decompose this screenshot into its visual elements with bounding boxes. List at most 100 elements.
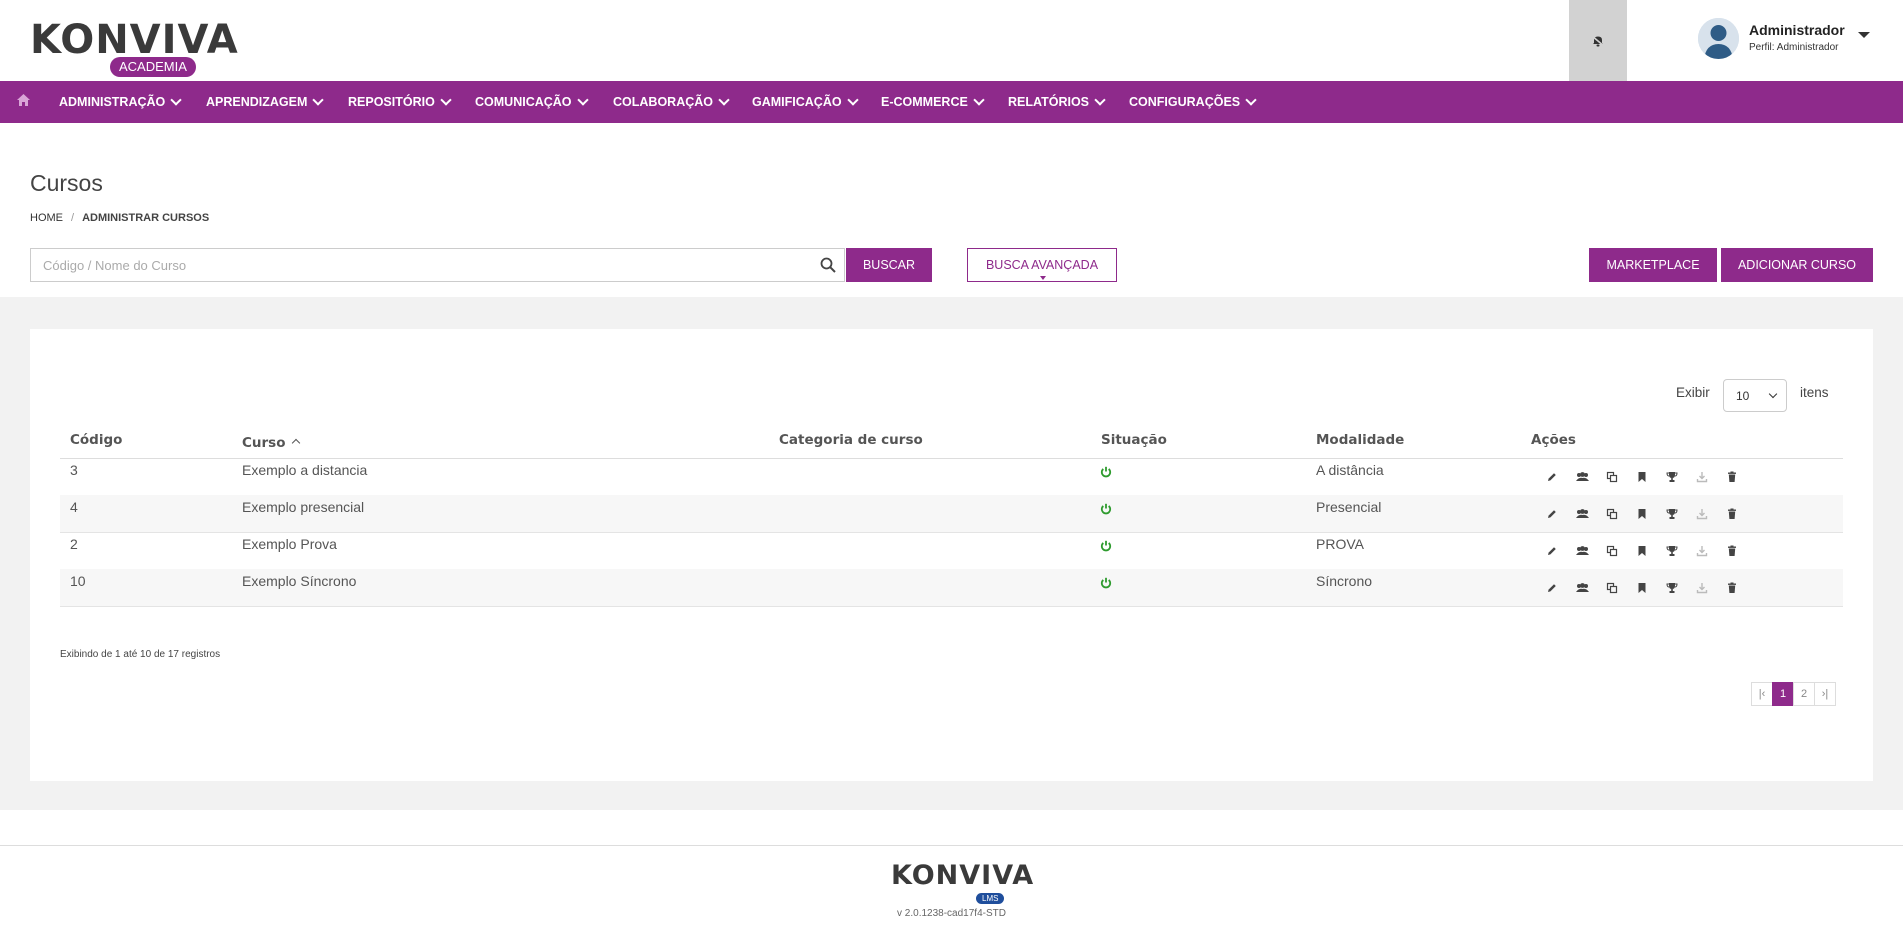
- nav-label: ADMINISTRAÇÃO: [59, 95, 166, 109]
- user-name: Administrador: [1749, 22, 1845, 38]
- row-actions: [1537, 543, 1747, 559]
- cell-code: 3: [70, 462, 78, 478]
- konviva-academia-logo[interactable]: KONVIVA ACADEMIA: [30, 20, 238, 78]
- column-header-course[interactable]: Curso: [242, 435, 300, 451]
- pagination-page[interactable]: 2: [1793, 682, 1815, 706]
- bookmark-icon[interactable]: [1627, 543, 1657, 559]
- trash-icon[interactable]: [1717, 506, 1747, 522]
- bookmark-icon[interactable]: [1627, 580, 1657, 596]
- trash-icon[interactable]: [1717, 543, 1747, 559]
- nav-label: COLABORAÇÃO: [613, 95, 713, 109]
- nav-item-repositorio[interactable]: REPOSITÓRIO: [348, 81, 452, 123]
- download-icon[interactable]: [1687, 543, 1717, 559]
- nav-item-aprendizagem[interactable]: APRENDIZAGEM: [206, 81, 325, 123]
- cell-modality: A distância: [1316, 462, 1384, 478]
- search-button[interactable]: BUSCAR: [846, 248, 932, 282]
- users-icon[interactable]: [1567, 506, 1597, 522]
- table-header: Código Curso Categoria de curso Situação…: [60, 428, 1843, 459]
- cell-modality: Presencial: [1316, 499, 1382, 515]
- nav-item-relatorios[interactable]: RELATÓRIOS: [1008, 81, 1106, 123]
- avatar: [1698, 18, 1739, 59]
- power-on-icon[interactable]: [1100, 540, 1112, 552]
- konviva-lms-logo: KONVIVA LMS: [891, 862, 1033, 904]
- column-header-status[interactable]: Situação: [1101, 432, 1167, 448]
- trash-icon[interactable]: [1717, 469, 1747, 485]
- power-on-icon[interactable]: [1100, 577, 1112, 589]
- chevron-down-icon: [170, 94, 182, 106]
- chevron-down-icon: [1094, 94, 1106, 106]
- trophy-icon[interactable]: [1657, 580, 1687, 596]
- row-actions: [1537, 580, 1747, 596]
- page-size-select[interactable]: 10: [1723, 379, 1787, 412]
- home-icon[interactable]: [16, 93, 31, 112]
- trophy-icon[interactable]: [1657, 469, 1687, 485]
- trash-icon[interactable]: [1717, 580, 1747, 596]
- add-course-button[interactable]: ADICIONAR CURSO: [1721, 248, 1873, 282]
- sort-asc-icon: [291, 438, 300, 448]
- column-header-course-label: Curso: [242, 435, 286, 451]
- breadcrumb-home[interactable]: HOME: [30, 212, 63, 224]
- caret-down-icon: [1040, 276, 1046, 280]
- pencil-icon[interactable]: [1537, 469, 1567, 485]
- pencil-icon[interactable]: [1537, 580, 1567, 596]
- lms-badge: LMS: [976, 893, 1005, 904]
- breadcrumb-separator: /: [71, 212, 75, 224]
- pagination-last[interactable]: ›|: [1814, 682, 1836, 706]
- table-row: 2 Exemplo Prova PROVA: [60, 532, 1843, 570]
- notifications-button[interactable]: [1569, 0, 1627, 81]
- footer-divider: [0, 845, 1903, 846]
- download-icon[interactable]: [1687, 580, 1717, 596]
- power-on-icon[interactable]: [1100, 466, 1112, 478]
- power-on-icon[interactable]: [1100, 503, 1112, 515]
- nav-label: RELATÓRIOS: [1008, 95, 1090, 109]
- nav-label: GAMIFICAÇÃO: [752, 95, 842, 109]
- users-icon[interactable]: [1567, 469, 1597, 485]
- nav-item-administracao[interactable]: ADMINISTRAÇÃO: [59, 81, 182, 123]
- copy-icon[interactable]: [1597, 580, 1627, 596]
- nav-label: APRENDIZAGEM: [206, 95, 308, 109]
- row-actions: [1537, 506, 1747, 522]
- cell-modality: Síncrono: [1316, 573, 1373, 589]
- download-icon[interactable]: [1687, 469, 1717, 485]
- trophy-icon[interactable]: [1657, 506, 1687, 522]
- nav-item-comunicacao[interactable]: COMUNICAÇÃO: [475, 81, 589, 123]
- nav-item-colaboracao[interactable]: COLABORAÇÃO: [613, 81, 730, 123]
- user-profile: Perfil: Administrador: [1749, 42, 1839, 53]
- column-header-category[interactable]: Categoria de curso: [779, 432, 923, 448]
- records-info: Exibindo de 1 até 10 de 17 registros: [60, 649, 221, 660]
- chevron-down-icon: [718, 94, 730, 106]
- table-row: 10 Exemplo Síncrono Síncrono: [60, 569, 1843, 607]
- main-nav: ADMINISTRAÇÃO APRENDIZAGEM REPOSITÓRIO C…: [0, 81, 1903, 123]
- cell-code: 10: [70, 573, 86, 589]
- copy-icon[interactable]: [1597, 506, 1627, 522]
- marketplace-button[interactable]: MARKETPLACE: [1589, 248, 1717, 282]
- bookmark-icon[interactable]: [1627, 469, 1657, 485]
- bookmark-icon[interactable]: [1627, 506, 1657, 522]
- download-icon[interactable]: [1687, 506, 1717, 522]
- cell-modality: PROVA: [1316, 536, 1364, 552]
- cell-course: Exemplo Prova: [242, 536, 337, 552]
- version-text: v 2.0.1238-cad17f4-STD: [897, 908, 1006, 919]
- users-icon[interactable]: [1567, 580, 1597, 596]
- search-input[interactable]: [41, 249, 805, 281]
- nav-item-e-commerce[interactable]: E-COMMERCE: [881, 81, 985, 123]
- pagination-first[interactable]: |‹: [1751, 682, 1773, 706]
- pencil-icon[interactable]: [1537, 543, 1567, 559]
- caret-down-icon[interactable]: [1858, 32, 1870, 38]
- advanced-search-button[interactable]: BUSCA AVANÇADA: [967, 248, 1117, 282]
- search-icon[interactable]: [820, 257, 836, 273]
- user-menu[interactable]: Administrador Perfil: Administrador: [1698, 18, 1898, 62]
- pagination-page[interactable]: 1: [1772, 682, 1794, 706]
- column-header-code[interactable]: Código: [70, 432, 122, 448]
- nav-item-configuracoes[interactable]: CONFIGURAÇÕES: [1129, 81, 1257, 123]
- nav-item-gamificacao[interactable]: GAMIFICAÇÃO: [752, 81, 859, 123]
- trophy-icon[interactable]: [1657, 543, 1687, 559]
- table-row: 3 Exemplo a distancia A distância: [60, 458, 1843, 496]
- column-header-modality[interactable]: Modalidade: [1316, 432, 1404, 448]
- copy-icon[interactable]: [1597, 469, 1627, 485]
- bell-off-icon: [1591, 34, 1605, 47]
- copy-icon[interactable]: [1597, 543, 1627, 559]
- pencil-icon[interactable]: [1537, 506, 1567, 522]
- cell-course: Exemplo presencial: [242, 499, 365, 515]
- users-icon[interactable]: [1567, 543, 1597, 559]
